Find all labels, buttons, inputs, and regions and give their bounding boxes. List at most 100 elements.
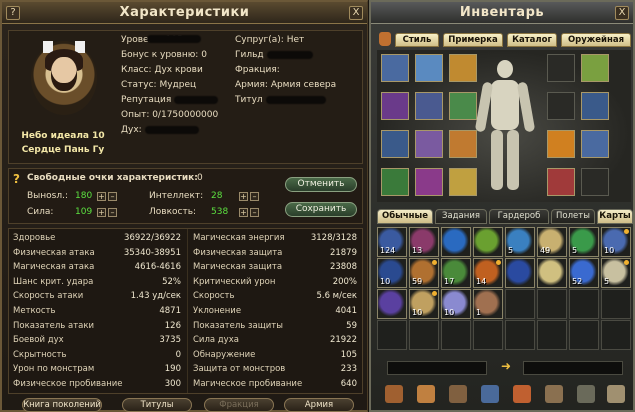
tool-icon-1[interactable]: [385, 385, 403, 403]
tool-icon-5[interactable]: [513, 385, 531, 403]
fashion-slot-7[interactable]: [547, 168, 575, 196]
save-button[interactable]: Сохранить: [285, 202, 357, 217]
equip-slot-ring1[interactable]: [415, 130, 443, 158]
army-button[interactable]: Армия: [284, 398, 354, 412]
tab-quests[interactable]: Задания: [435, 209, 487, 224]
item-badge-icon: [496, 260, 501, 265]
tab-wardrobe[interactable]: Гардероб: [489, 209, 549, 224]
inventory-slot[interactable]: 10: [409, 289, 439, 319]
inventory-slot[interactable]: 17: [441, 258, 471, 288]
inventory-slot[interactable]: 10: [377, 258, 407, 288]
fashion-slot-5[interactable]: [547, 130, 575, 158]
titles-button[interactable]: Титулы: [122, 398, 192, 412]
inventory-slot[interactable]: [569, 320, 599, 350]
endurance-minus-button[interactable]: –: [108, 192, 117, 201]
equip-slot-chest[interactable]: [415, 92, 443, 120]
close-button[interactable]: X: [349, 6, 363, 20]
stat-value: 4616-4616: [134, 262, 181, 273]
inventory-slot[interactable]: 52: [569, 258, 599, 288]
tool-icon-4[interactable]: [481, 385, 499, 403]
tab-cards[interactable]: Карты: [597, 209, 633, 224]
inventory-slot[interactable]: 1: [473, 289, 503, 319]
tool-icon-8[interactable]: [607, 385, 625, 403]
book-of-generations-button[interactable]: Книга поколений: [22, 398, 102, 412]
endurance-plus-button[interactable]: +: [97, 192, 106, 201]
equip-slot-head[interactable]: [381, 54, 409, 82]
intellect-plus-button[interactable]: +: [239, 192, 248, 201]
fashion-slot-3[interactable]: [547, 92, 575, 120]
strength-plus-button[interactable]: +: [97, 208, 106, 217]
question-icon[interactable]: ?: [13, 172, 24, 186]
class-label: Класс: Дух крови: [121, 65, 203, 75]
inventory-close-button[interactable]: X: [615, 6, 629, 20]
redacted-name: [147, 35, 201, 43]
help-button[interactable]: ?: [6, 6, 20, 20]
agility-plus-button[interactable]: +: [239, 208, 248, 217]
tab-common[interactable]: Обычные: [377, 209, 433, 224]
inventory-slot[interactable]: [505, 320, 535, 350]
equip-slot-belt[interactable]: [449, 92, 477, 120]
redacted-title: [265, 95, 326, 104]
strength-minus-button[interactable]: –: [108, 208, 117, 217]
stat-label: Критический урон: [193, 276, 276, 287]
character-panel: Характеристики ? X Небо идеала 10 Сердце…: [0, 0, 368, 412]
inventory-slot[interactable]: 5: [505, 227, 535, 257]
tool-icon-3[interactable]: [449, 385, 467, 403]
tool-icon-6[interactable]: [545, 385, 563, 403]
equip-slot-necklace[interactable]: [415, 54, 443, 82]
inventory-slot[interactable]: [441, 227, 471, 257]
inventory-slot[interactable]: [377, 289, 407, 319]
inventory-slot[interactable]: 13: [409, 227, 439, 257]
equip-slot-bracer[interactable]: [381, 130, 409, 158]
tab-style[interactable]: Стиль: [395, 33, 439, 47]
tab-flights[interactable]: Полеты: [551, 209, 595, 224]
fashion-slot-2[interactable]: [581, 54, 609, 82]
inventory-slot[interactable]: 124: [377, 227, 407, 257]
inventory-slot[interactable]: [473, 227, 503, 257]
inventory-slot[interactable]: 14: [473, 258, 503, 288]
inventory-slot[interactable]: [537, 289, 567, 319]
inventory-slot[interactable]: 59: [409, 258, 439, 288]
inventory-slot[interactable]: [409, 320, 439, 350]
tab-armory[interactable]: Оружейная: [561, 33, 631, 47]
inventory-slot[interactable]: 49: [537, 227, 567, 257]
faction-button[interactable]: Фракция: [204, 398, 274, 412]
tab-catalog[interactable]: Каталог: [507, 33, 557, 47]
intellect-minus-button[interactable]: –: [250, 192, 259, 201]
fashion-slot-8[interactable]: [581, 168, 609, 196]
agility-minus-button[interactable]: –: [250, 208, 259, 217]
inventory-slot[interactable]: [601, 320, 631, 350]
fashion-slot-6[interactable]: [581, 130, 609, 158]
fashion-slot-1[interactable]: [547, 54, 575, 82]
equip-slot-shoulder[interactable]: [381, 92, 409, 120]
stat-row: Скрытность 0: [13, 350, 181, 361]
equip-slot-talisman[interactable]: [415, 168, 443, 196]
stat-label: Сила духа: [193, 335, 239, 346]
inventory-slot[interactable]: 5: [601, 258, 631, 288]
inventory-slot[interactable]: [505, 258, 535, 288]
stat-label: Боевой дух: [13, 335, 64, 346]
fashion-slot-4[interactable]: [581, 92, 609, 120]
inventory-slot[interactable]: [473, 320, 503, 350]
bag-icon[interactable]: [379, 32, 391, 46]
tool-icon-2[interactable]: [417, 385, 435, 403]
cancel-button[interactable]: Отменить: [285, 177, 357, 192]
currency-bar-right: [523, 361, 623, 375]
equip-slot-boots[interactable]: [381, 168, 409, 196]
inventory-slot[interactable]: [505, 289, 535, 319]
inventory-slot[interactable]: [377, 320, 407, 350]
tab-fitting[interactable]: Примерка: [443, 33, 503, 47]
inventory-slot[interactable]: [569, 289, 599, 319]
inventory-slot[interactable]: [441, 320, 471, 350]
inventory-slot[interactable]: 10: [601, 227, 631, 257]
equip-slot-weapon[interactable]: [449, 168, 477, 196]
inventory-slot[interactable]: [601, 289, 631, 319]
equip-slot-ring2[interactable]: [449, 130, 477, 158]
inventory-slot[interactable]: 5: [569, 227, 599, 257]
tool-icon-7[interactable]: [577, 385, 595, 403]
inventory-slot[interactable]: [537, 320, 567, 350]
stat-value: 3128/3128: [310, 233, 357, 243]
equip-slot-cloak[interactable]: [449, 54, 477, 82]
inventory-slot[interactable]: [537, 258, 567, 288]
inventory-slot[interactable]: 10: [441, 289, 471, 319]
